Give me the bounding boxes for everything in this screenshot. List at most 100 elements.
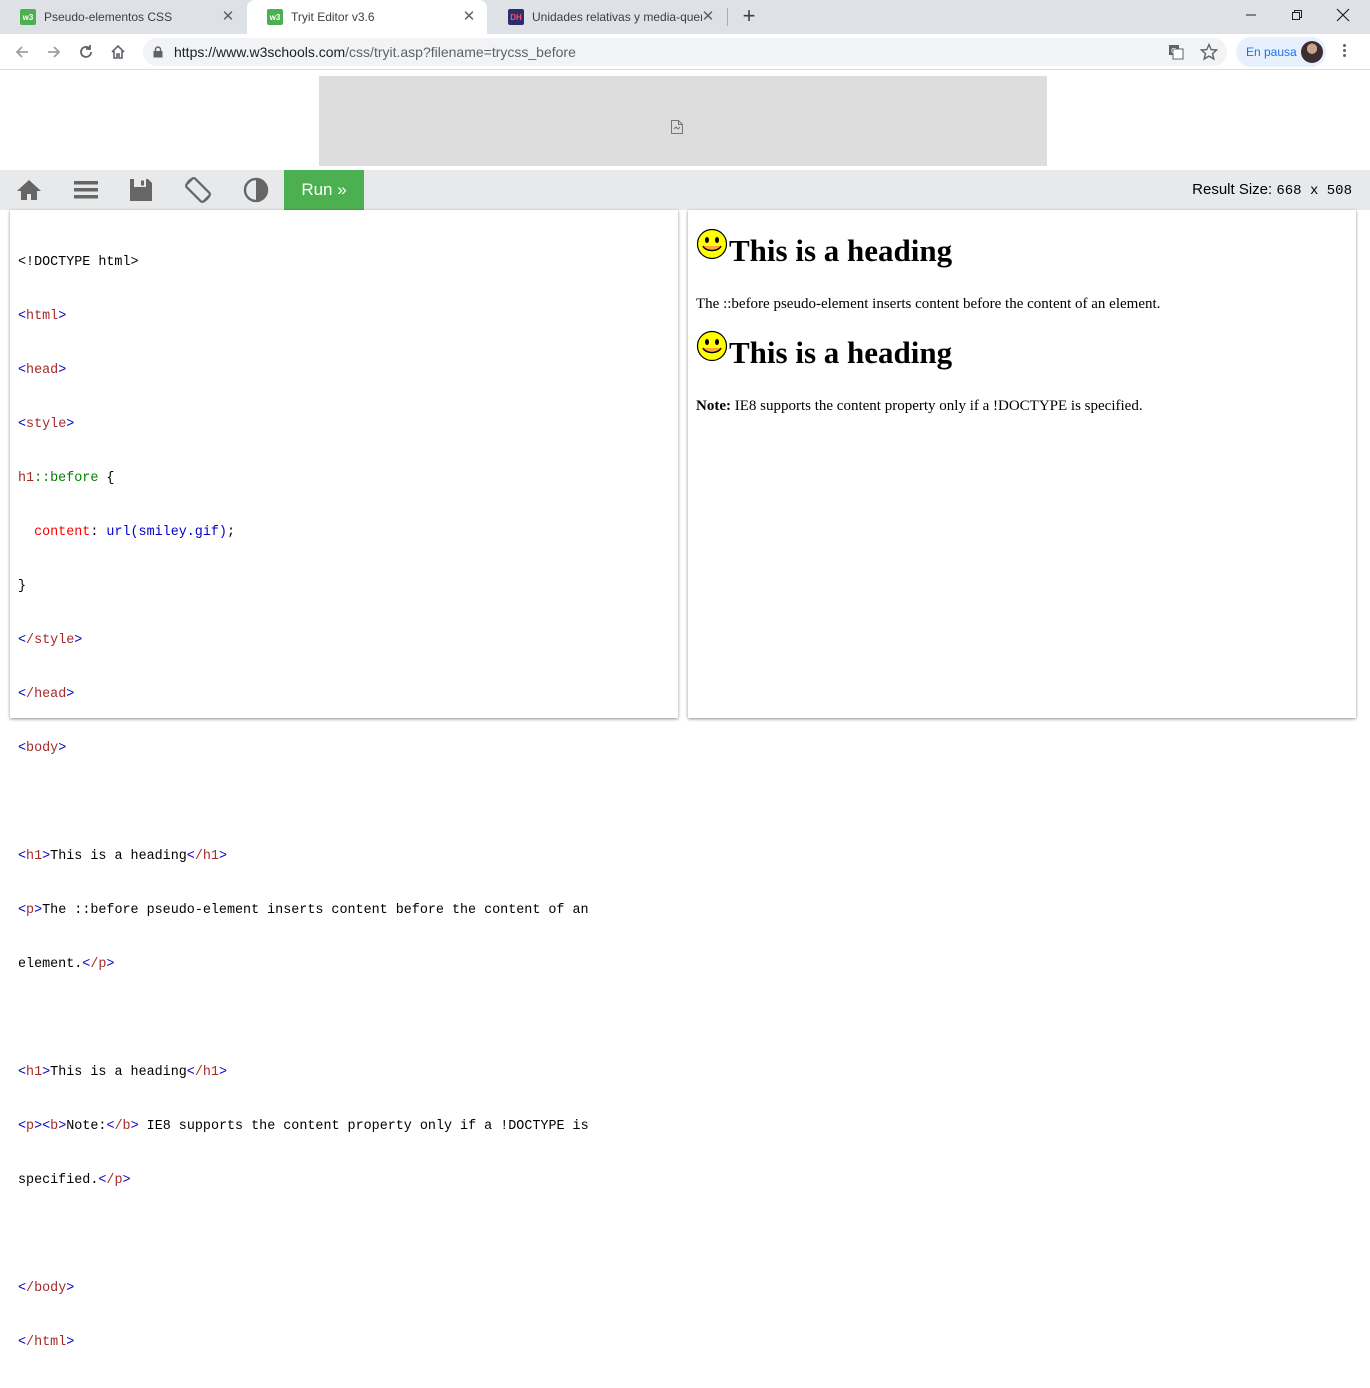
result-heading: This is a heading [729, 233, 953, 268]
smiley-icon [696, 330, 728, 361]
url-host: https://www.w3schools.com [174, 44, 346, 60]
tag-name: /h1 [194, 1065, 219, 1080]
code-line: <p><b>Note:</b> IE8 supports the content… [18, 1119, 589, 1134]
new-tab-button[interactable]: + [737, 5, 761, 29]
css-brace: } [18, 579, 27, 594]
translate-icon[interactable]: G [1168, 44, 1184, 60]
code-text: element. [18, 957, 83, 972]
code-editor[interactable]: <!DOCTYPE html> <html> <head> <style> h1… [18, 218, 589, 1388]
code-line: <h1>This is a heading</h1> [18, 849, 227, 864]
tab-title: Tryit Editor v3.6 [291, 10, 375, 24]
browser-tab-unidades-relativas[interactable]: DH Unidades relativas y media-queri ✕ [488, 0, 726, 34]
tag-name: /p [90, 957, 107, 972]
css-brace: { [98, 471, 115, 486]
code-line: <html> [18, 309, 67, 324]
run-button[interactable]: Run » [284, 170, 364, 210]
minimize-icon [1246, 14, 1256, 16]
theme-toggle-button[interactable] [231, 170, 281, 210]
minimize-button[interactable] [1228, 0, 1274, 30]
restore-button[interactable] [1274, 0, 1320, 30]
code-line: specified.</p> [18, 1173, 131, 1188]
address-bar[interactable]: https://www.w3schools.com/css/tryit.asp?… [143, 38, 1227, 66]
tag-name: style [26, 417, 67, 432]
code-line: <!DOCTYPE html> [18, 254, 589, 272]
close-tab-icon[interactable]: ✕ [461, 9, 477, 25]
ad-placeholder [319, 76, 1047, 166]
code-line: </head> [18, 687, 75, 702]
code-text: IE8 supports the content property only i… [138, 1119, 589, 1134]
w3schools-icon: w3 [267, 9, 283, 25]
broken-image-icon [671, 120, 683, 134]
tag-name: head [26, 363, 59, 378]
arrow-right-icon [48, 46, 61, 58]
result-heading-row: This is a heading [696, 228, 1346, 269]
save-icon [130, 179, 152, 201]
home-icon [17, 180, 41, 200]
w3schools-icon: w3 [20, 9, 36, 25]
close-tab-icon[interactable]: ✕ [220, 9, 236, 25]
profile-button[interactable]: En pausa [1236, 37, 1326, 67]
code-line: </body> [18, 1281, 75, 1296]
tab-title: Pseudo-elementos CSS [44, 10, 173, 24]
profile-status-label: En pausa [1246, 45, 1297, 59]
rotate-icon [185, 177, 211, 203]
tag-name: /body [26, 1281, 67, 1296]
reload-button[interactable] [74, 40, 98, 64]
svg-text:G: G [1171, 47, 1176, 55]
tag-name: h1 [26, 849, 43, 864]
menu-button[interactable] [61, 170, 111, 210]
tag-name: /html [26, 1335, 67, 1350]
forward-button[interactable] [42, 40, 66, 64]
tag-name: h1 [26, 1065, 43, 1080]
browser-menu-icon[interactable] [1336, 42, 1352, 62]
result-document: This is a heading The ::before pseudo-el… [696, 228, 1346, 415]
code-line: </style> [18, 633, 83, 648]
tag-name: p [26, 903, 35, 918]
url-text: https://www.w3schools.com/css/tryit.asp?… [174, 44, 576, 60]
editor-toolbar: Run » Result Size: 668 x 508 [0, 170, 1370, 210]
rotate-layout-button[interactable] [173, 170, 223, 210]
css-semicolon: ; [226, 525, 235, 540]
browser-tab-tryit-editor[interactable]: w3 Tryit Editor v3.6 ✕ [247, 0, 487, 34]
result-size-value: 668 x 508 [1276, 183, 1352, 199]
result-size-label: Result Size: [1192, 181, 1273, 198]
back-button[interactable] [10, 40, 34, 64]
home-button[interactable] [106, 40, 130, 64]
tag-name: b [50, 1119, 59, 1134]
code-editor-pane[interactable]: <!DOCTYPE html> <html> <head> <style> h1… [10, 210, 678, 1350]
tab-divider [727, 8, 728, 26]
close-tab-icon[interactable]: ✕ [700, 9, 716, 25]
lock-icon [153, 46, 163, 58]
dh-icon: DH [508, 9, 524, 25]
css-selector: h1 [18, 471, 35, 486]
note-label: Note: [696, 398, 731, 414]
smiley-icon [696, 228, 728, 259]
menu-icon [74, 181, 98, 199]
code-text: Note: [66, 1119, 107, 1134]
code-text: The ::before pseudo-element inserts cont… [42, 903, 589, 918]
save-button[interactable] [116, 170, 166, 210]
code-line: <p>The ::before pseudo-element inserts c… [18, 903, 589, 918]
arrow-left-icon [15, 46, 28, 58]
doctype-text: <!DOCTYPE html> [18, 255, 139, 270]
result-paragraph: The ::before pseudo-element inserts cont… [696, 296, 1161, 312]
result-size: Result Size: 668 x 508 [1192, 181, 1352, 199]
tag-name: p [26, 1119, 35, 1134]
css-pseudo: ::before [34, 471, 99, 486]
code-line: element.</p> [18, 957, 115, 972]
tab-title: Unidades relativas y media-queri [532, 10, 702, 24]
code-text: specified. [18, 1173, 99, 1188]
contrast-icon [243, 177, 269, 203]
home-link[interactable] [4, 170, 54, 210]
css-value: url(smiley.gif) [106, 525, 227, 540]
code-line: <head> [18, 363, 67, 378]
browser-tab-pseudo-elementos[interactable]: w3 Pseudo-elementos CSS ✕ [0, 0, 246, 34]
result-note: Note: IE8 supports the content property … [696, 397, 1346, 415]
browser-toolbar: https://www.w3schools.com/css/tryit.asp?… [0, 34, 1370, 70]
tag-name: /h1 [194, 849, 219, 864]
close-window-button[interactable] [1320, 0, 1366, 30]
star-icon[interactable] [1200, 43, 1218, 61]
